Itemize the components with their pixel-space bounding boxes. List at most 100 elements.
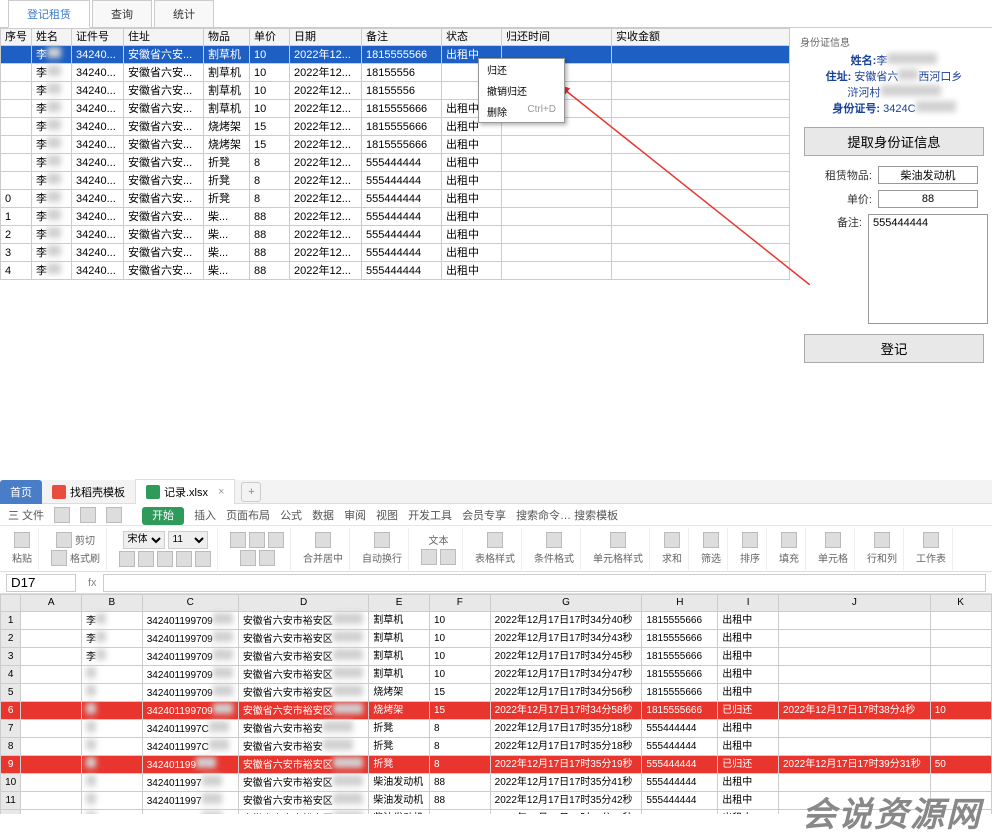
grid-row[interactable]: 3李34240...安徽省六安...柴...882022年12...555444… <box>1 244 790 262</box>
new-tab-button[interactable]: + <box>241 482 261 502</box>
sheet-row[interactable]: 83424011997C安徽省六安市裕安折凳82022年12月17日17时35分… <box>1 738 992 756</box>
cell-style-icon[interactable] <box>610 532 626 548</box>
id-info: 姓名:李 住址: 安徽省六西河口乡 浒河村 身份证号: 3424C <box>800 53 988 117</box>
grid-row[interactable]: 李34240...安徽省六安...割草机102022年12...18155556 <box>1 64 790 82</box>
rental-app: 登记租赁 查询 统计 序号姓名证件号住址物品单价日期备注状态归还时间实收金额 李… <box>0 0 992 480</box>
filter-icon[interactable] <box>703 532 719 548</box>
sheet-row[interactable]: 6342401199709安徽省六安市裕安区烧烤架152022年12月17日17… <box>1 702 992 720</box>
ribbon-tab[interactable]: 页面布局 <box>226 510 270 522</box>
grid-row[interactable]: 李34240...安徽省六安...割草机102022年12...18155556 <box>1 82 790 100</box>
price-input[interactable] <box>878 190 978 208</box>
grid-row[interactable]: 李34240...安徽省六安...割草机102022年12...18155556… <box>1 100 790 118</box>
wps-spreadsheet: 首页 找稻壳模板 记录.xlsx× + 三 文件 开始插入页面布局公式数据审阅视… <box>0 480 992 840</box>
font-color-icon[interactable] <box>195 551 211 567</box>
sheet-row[interactable]: 2李342401199709安徽省六安市裕安区割草机102022年12月17日1… <box>1 630 992 648</box>
ribbon-tab[interactable]: 搜索命令… 搜索模板 <box>516 510 618 522</box>
indent-icon[interactable] <box>259 550 275 566</box>
ribbon-tab[interactable]: 开始 <box>142 507 184 525</box>
ribbon-tab[interactable]: 开发工具 <box>408 510 452 522</box>
remark-input[interactable]: 555444444 <box>868 214 988 324</box>
align-center-icon[interactable] <box>249 532 265 548</box>
fill-icon[interactable] <box>781 532 797 548</box>
grid-row[interactable]: 4李34240...安徽省六安...柴...882022年12...555444… <box>1 262 790 280</box>
tab-query[interactable]: 查询 <box>92 0 152 27</box>
align-right-icon[interactable] <box>268 532 284 548</box>
ribbon-tab[interactable]: 视图 <box>376 510 398 522</box>
fx-icon[interactable]: fx <box>88 577 97 589</box>
grid-header: 序号姓名证件号住址物品单价日期备注状态归还时间实收金额 <box>1 29 790 46</box>
sheet-row[interactable]: 4342401199709安徽省六安市裕安区割草机102022年12月17日17… <box>1 666 992 684</box>
valign-icon[interactable] <box>240 550 256 566</box>
ctx-return[interactable]: 归还 <box>479 59 564 80</box>
grid-row[interactable]: 李34240...安徽省六安...烧烤架152022年12...18155556… <box>1 136 790 154</box>
tab-bar: 登记租赁 查询 统计 <box>0 0 992 28</box>
file-menu[interactable]: 三 文件 <box>8 507 44 523</box>
rowcol-icon[interactable] <box>874 532 890 548</box>
grid-row[interactable]: 1李34240...安徽省六安...柴...882022年12...555444… <box>1 208 790 226</box>
data-grid[interactable]: 序号姓名证件号住址物品单价日期备注状态归还时间实收金额 李34240...安徽省… <box>0 28 790 478</box>
cut-icon[interactable] <box>56 532 72 548</box>
grid-row[interactable]: 李34240...安徽省六安...割草机102022年12...18155555… <box>1 46 790 64</box>
wps-doc-tabs: 首页 找稻壳模板 记录.xlsx× + <box>0 480 992 504</box>
cell-icon[interactable] <box>825 532 841 548</box>
remark-label: 备注: <box>800 214 862 230</box>
wps-icon <box>52 485 66 499</box>
formula-bar: fx <box>0 572 992 594</box>
tab-register[interactable]: 登记租赁 <box>8 0 90 28</box>
cfmt-icon[interactable] <box>487 532 503 548</box>
ctx-delete[interactable]: 删除Ctrl+D <box>479 101 564 122</box>
grid-row[interactable]: 李34240...安徽省六安...烧烤架152022年12...18155556… <box>1 118 790 136</box>
tab-stats[interactable]: 统计 <box>154 0 214 27</box>
sheet-row[interactable]: 3李342401199709安徽省六安市裕安区割草机102022年12月17日1… <box>1 648 992 666</box>
italic-icon[interactable] <box>138 551 154 567</box>
grid-row[interactable]: 李34240...安徽省六安...折凳82022年12...555444444出… <box>1 172 790 190</box>
sheet-row[interactable]: 5342401199709安徽省六安市裕安区烧烤架152022年12月17日17… <box>1 684 992 702</box>
copy-icon[interactable] <box>51 550 67 566</box>
font-select[interactable]: 宋体 <box>123 531 165 549</box>
register-button[interactable]: 登记 <box>804 334 984 363</box>
ribbon-tab[interactable]: 审阅 <box>344 510 366 522</box>
ribbon-tab[interactable]: 插入 <box>194 510 216 522</box>
align-left-icon[interactable] <box>230 532 246 548</box>
watermark: 会说资源网 <box>802 787 982 836</box>
item-input[interactable] <box>878 166 978 184</box>
worksheet-icon[interactable] <box>923 532 939 548</box>
sheet-row[interactable]: 9342401199安徽省六安市裕安区折凳82022年12月17日17时35分1… <box>1 756 992 774</box>
redo-icon[interactable] <box>106 507 122 523</box>
percent-icon[interactable] <box>440 549 456 565</box>
grid-row[interactable]: 0李34240...安徽省六安...折凳82022年12...555444444… <box>1 190 790 208</box>
wps-doc-tab[interactable]: 记录.xlsx× <box>135 479 235 504</box>
fill-color-icon[interactable] <box>176 551 192 567</box>
merge-icon[interactable] <box>315 532 331 548</box>
price-label: 单价: <box>810 191 872 207</box>
side-panel: 身份证信息 姓名:李 住址: 安徽省六西河口乡 浒河村 身份证号: 3424C … <box>790 28 992 478</box>
paste-icon[interactable] <box>14 532 30 548</box>
ribbon-tabs: 三 文件 开始插入页面布局公式数据审阅视图开发工具会员专享搜索命令… 搜索模板 <box>0 504 992 526</box>
sheet-row[interactable]: 73424011997C安徽省六安市裕安折凳82022年12月17日17时35分… <box>1 720 992 738</box>
cell-ref-input[interactable] <box>6 574 76 592</box>
undo-icon[interactable] <box>80 507 96 523</box>
formula-input[interactable] <box>103 574 986 592</box>
size-select[interactable]: 11 <box>168 531 208 549</box>
wps-home-tab[interactable]: 首页 <box>0 480 42 504</box>
ctx-undo-return[interactable]: 撤销归还 <box>479 80 564 101</box>
grid-row[interactable]: 李34240...安徽省六安...折凳82022年12...555444444出… <box>1 154 790 172</box>
cond-fmt-icon[interactable] <box>546 532 562 548</box>
ribbon-tab[interactable]: 公式 <box>280 510 302 522</box>
close-icon[interactable]: × <box>218 486 224 498</box>
sort-icon[interactable] <box>742 532 758 548</box>
sheet-grid[interactable]: ABCDEFGHIJK 1李342401199709安徽省六安市裕安区割草机10… <box>0 594 992 814</box>
ribbon-toolbar: 粘贴 剪切格式刷 宋体11 合并居中 自动换行 文本 表格样式 条件格式 单元格… <box>0 526 992 572</box>
currency-icon[interactable] <box>421 549 437 565</box>
bold-icon[interactable] <box>119 551 135 567</box>
wps-template-tab[interactable]: 找稻壳模板 <box>42 480 135 504</box>
sum-icon[interactable] <box>664 532 680 548</box>
sheet-row[interactable]: 1李342401199709安徽省六安市裕安区割草机102022年12月17日1… <box>1 612 992 630</box>
extract-id-button[interactable]: 提取身份证信息 <box>804 127 984 156</box>
grid-row[interactable]: 2李34240...安徽省六安...柴...882022年12...555444… <box>1 226 790 244</box>
wrap-icon[interactable] <box>374 532 390 548</box>
underline-icon[interactable] <box>157 551 173 567</box>
save-icon[interactable] <box>54 507 70 523</box>
ribbon-tab[interactable]: 数据 <box>312 510 334 522</box>
ribbon-tab[interactable]: 会员专享 <box>462 510 506 522</box>
